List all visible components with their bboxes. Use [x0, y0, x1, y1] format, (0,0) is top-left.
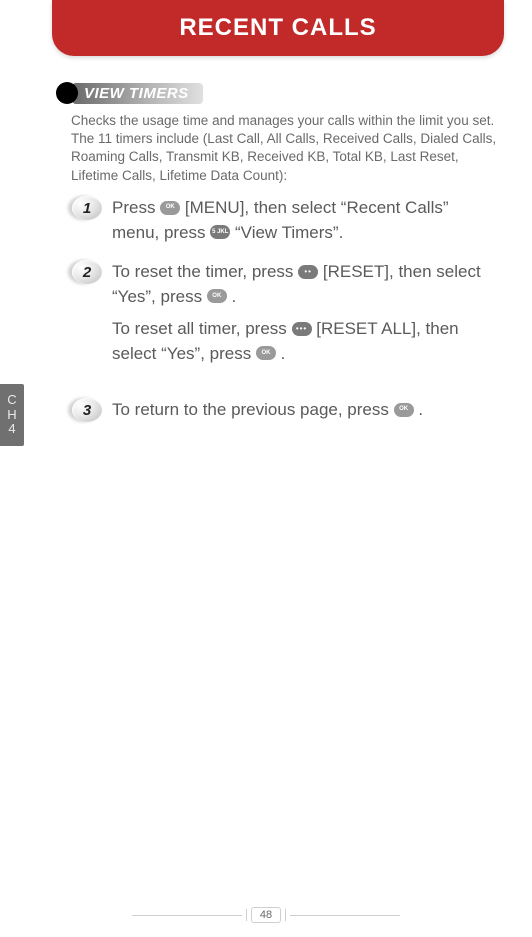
- step2-part-d: To reset all timer, press: [112, 319, 292, 338]
- five-key-icon: 5 JKL: [210, 225, 230, 239]
- section-badge: VIEW TIMERS: [56, 82, 203, 104]
- section-title: VIEW TIMERS: [72, 83, 203, 104]
- step2-part-f: .: [281, 344, 286, 363]
- step-2: 2 To reset the timer, press •• [RESET], …: [76, 260, 498, 375]
- intro-paragraph: Checks the usage time and manages your c…: [71, 112, 504, 185]
- step3-part-a: To return to the previous page, press: [112, 400, 394, 419]
- sidetab-c: C: [7, 393, 16, 408]
- step-number-2: 2: [72, 260, 102, 284]
- softkey-left-icon: ••: [298, 265, 318, 279]
- ok-key-icon: OK: [207, 289, 227, 303]
- chapter-title: RECENT CALLS: [179, 14, 376, 42]
- sidetab-h: H: [7, 408, 16, 423]
- footer-tick-left: [246, 909, 247, 921]
- page-footer: 48: [0, 907, 532, 923]
- step2-part-c: .: [232, 287, 237, 306]
- footer-rule-left: [132, 915, 242, 916]
- badge-dot-icon: [56, 82, 78, 104]
- step-1-text: Press OK [MENU], then select “Recent Cal…: [112, 196, 498, 245]
- step2-block-b: To reset all timer, press ••• [RESET ALL…: [112, 317, 498, 366]
- step-1: 1 Press OK [MENU], then select “Recent C…: [76, 196, 498, 245]
- step1-part-a: Press: [112, 198, 160, 217]
- ok-key-icon: OK: [160, 201, 180, 215]
- step-2-text: To reset the timer, press •• [RESET], th…: [112, 260, 498, 367]
- step-3-text: To return to the previous page, press OK…: [112, 398, 498, 423]
- softkey-right-icon: •••: [292, 322, 312, 336]
- chapter-header: RECENT CALLS: [52, 0, 504, 56]
- step2-part-a: To reset the timer, press: [112, 262, 298, 281]
- footer-tick-right: [285, 909, 286, 921]
- page-number: 48: [251, 907, 281, 923]
- step3-part-b: .: [418, 400, 423, 419]
- step2-block-a: To reset the timer, press •• [RESET], th…: [112, 260, 498, 309]
- ok-key-icon: OK: [394, 403, 414, 417]
- sidetab-4: 4: [8, 422, 15, 437]
- step-3: 3 To return to the previous page, press …: [76, 398, 498, 423]
- step-number-1: 1: [72, 196, 102, 220]
- step1-part-c: “View Timers”.: [235, 223, 343, 242]
- chapter-side-tab: C H 4: [0, 384, 24, 446]
- step-number-3: 3: [72, 398, 102, 422]
- ok-key-icon: OK: [256, 346, 276, 360]
- footer-rule-right: [290, 915, 400, 916]
